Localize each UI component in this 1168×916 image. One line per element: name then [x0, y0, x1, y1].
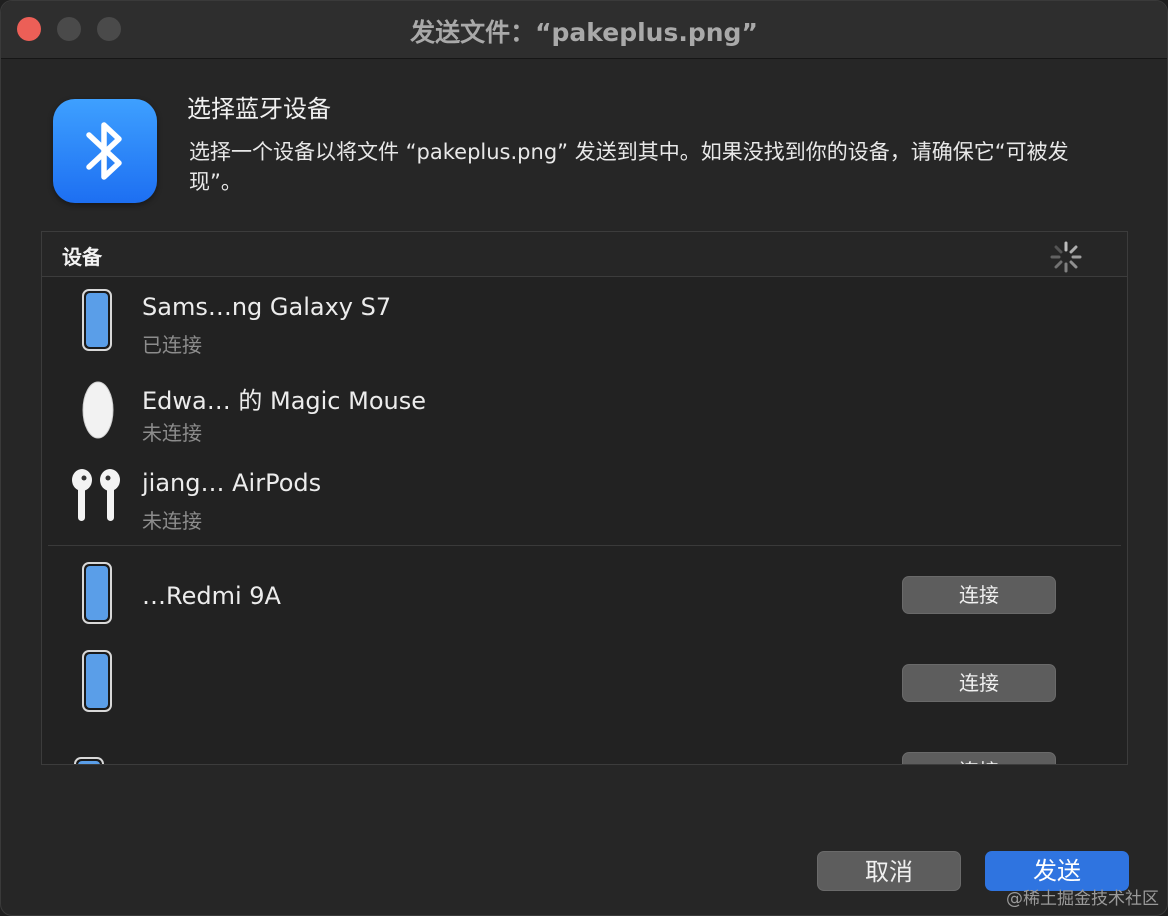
device-row[interactable]: …Redmi 9A 连接 — [42, 552, 1127, 640]
column-title: 设备 — [62, 245, 102, 269]
device-name: …Redmi 9A — [142, 582, 281, 610]
device-name: Edwa… 的 Magic Mouse — [142, 387, 427, 415]
title-bar[interactable]: 发送文件：“pakeplus.png” — [1, 1, 1167, 59]
device-status: 未连接 — [142, 509, 202, 533]
cancel-button[interactable]: 取消 — [817, 851, 961, 891]
connect-button[interactable]: 连接 — [902, 664, 1056, 702]
device-name: jiang… AirPods — [142, 469, 322, 497]
loading-spinner-icon — [1050, 241, 1082, 273]
dialog-heading: 选择蓝牙设备 — [187, 95, 331, 123]
device-row[interactable]: 连接 — [42, 640, 1127, 728]
device-row[interactable]: 连接 — [42, 728, 1127, 764]
phone-icon — [82, 289, 112, 351]
phone-icon — [74, 757, 104, 764]
list-divider — [48, 545, 1121, 546]
connect-button[interactable]: 连接 — [902, 576, 1056, 614]
device-list-header: 设备 — [42, 232, 1127, 277]
dialog-description: 选择一个设备以将文件 “pakeplus.png” 发送到其中。如果没找到你的设… — [189, 140, 1069, 194]
mouse-icon — [82, 381, 114, 439]
window-title: 发送文件：“pakeplus.png” — [410, 18, 758, 47]
device-status: 未连接 — [142, 421, 202, 445]
phone-icon — [82, 650, 112, 712]
device-row[interactable]: jiang… AirPods 未连接 — [42, 455, 1127, 543]
bluetooth-icon — [53, 99, 157, 203]
phone-icon — [82, 562, 112, 624]
device-row[interactable]: Edwa… 的 Magic Mouse 未连接 — [42, 367, 1127, 455]
device-list[interactable]: 设备 Sams…ng Galaxy S7 已连接 Edwa… 的 Magic M… — [41, 231, 1128, 765]
airpods-icon — [72, 469, 120, 521]
send-file-dialog: 发送文件：“pakeplus.png” 选择蓝牙设备 选择一个设备以将文件 “p… — [0, 0, 1168, 916]
device-row[interactable]: Sams…ng Galaxy S7 已连接 — [42, 279, 1127, 367]
device-status: 已连接 — [142, 333, 202, 357]
watermark-text: @稀土掘金技术社区 — [1006, 889, 1159, 909]
device-name: Sams…ng Galaxy S7 — [142, 293, 392, 321]
connect-button[interactable]: 连接 — [902, 752, 1056, 764]
